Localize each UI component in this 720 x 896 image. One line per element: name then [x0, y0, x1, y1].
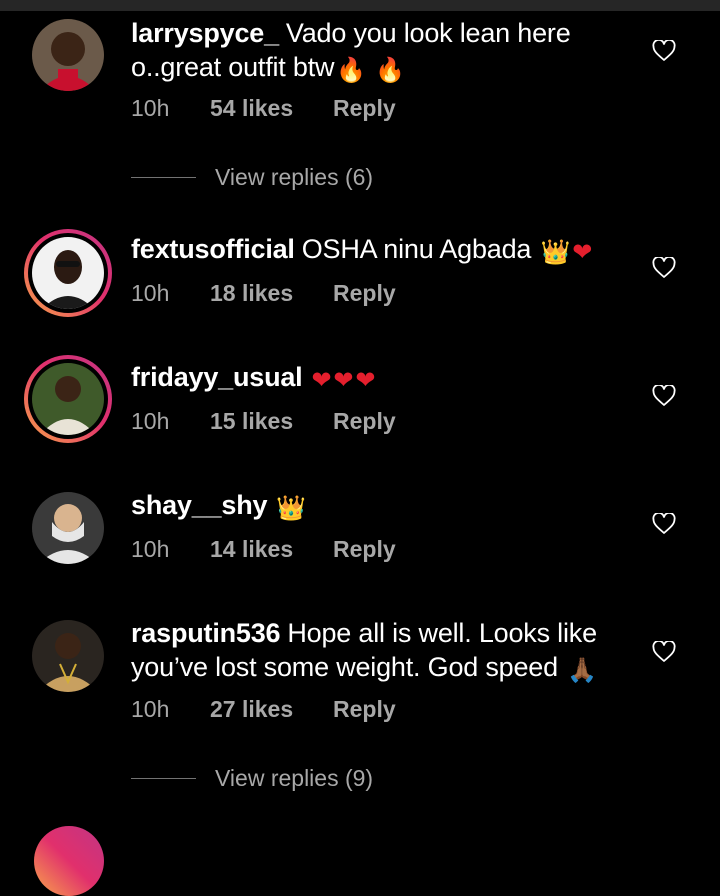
- comment-meta: 10h 54 likes Reply: [131, 95, 396, 122]
- red-heart-emoji-icon: ❤: [311, 367, 332, 394]
- avatar-photo-icon: [32, 19, 104, 91]
- reply-button[interactable]: Reply: [333, 408, 396, 435]
- like-heart-icon[interactable]: [652, 385, 676, 407]
- comment-likes-count[interactable]: 27 likes: [210, 696, 333, 723]
- comment-meta: 10h 14 likes Reply: [131, 536, 396, 563]
- comment-meta: 10h 18 likes Reply: [131, 280, 396, 307]
- next-comment-avatar[interactable]: [34, 826, 104, 896]
- comment-timestamp: 10h: [131, 95, 170, 121]
- comment-username[interactable]: fridayy_usual: [131, 362, 303, 392]
- comment-text: rasputin536 Hope all is well. Looks like …: [131, 616, 611, 684]
- comment-meta: 10h 27 likes Reply: [131, 696, 396, 723]
- comment-meta: 10h 15 likes Reply: [131, 408, 396, 435]
- crown-emoji-icon: 👑: [276, 495, 306, 522]
- story-ring-gap: [28, 359, 108, 439]
- top-status-strip: [0, 0, 720, 11]
- reply-button[interactable]: Reply: [333, 95, 396, 122]
- avatar: [32, 363, 104, 435]
- story-ring-gap: [28, 233, 108, 313]
- crown-emoji-icon: 👑: [540, 239, 571, 266]
- like-heart-icon[interactable]: [652, 513, 676, 535]
- avatar-photo-icon: [32, 620, 104, 692]
- comment-likes-count[interactable]: 14 likes: [210, 536, 333, 563]
- avatar[interactable]: [32, 19, 104, 91]
- comment-text: shay__shy 👑: [131, 488, 611, 522]
- comment-text: fextusofficial OSHA ninu Agbada 👑❤: [131, 232, 611, 266]
- view-replies-button[interactable]: View replies (6): [131, 162, 373, 192]
- comment-timestamp: 10h: [131, 280, 170, 306]
- view-replies-label: View replies (9): [215, 764, 374, 791]
- comment-username[interactable]: larryspyce_: [131, 18, 279, 48]
- comment-timestamp: 10h: [131, 408, 170, 434]
- avatar-photo-icon: [32, 363, 104, 435]
- view-replies-label: View replies (6): [215, 163, 374, 190]
- avatar[interactable]: [32, 620, 104, 692]
- divider-line: [131, 777, 196, 779]
- reply-button[interactable]: Reply: [333, 696, 396, 723]
- comment-likes-count[interactable]: 18 likes: [210, 280, 333, 307]
- fire-emoji-icon: 🔥: [375, 57, 406, 84]
- red-heart-emoji-icon: ❤: [333, 367, 354, 394]
- avatar[interactable]: [32, 492, 104, 564]
- comment-likes-count[interactable]: 54 likes: [210, 95, 333, 122]
- comment-text: fridayy_usual ❤❤❤: [131, 360, 611, 394]
- view-replies-button[interactable]: View replies (9): [131, 763, 373, 793]
- avatar-story-ring[interactable]: [24, 355, 112, 443]
- comment-username[interactable]: rasputin536: [131, 618, 281, 648]
- divider-line: [131, 176, 196, 178]
- like-heart-icon[interactable]: [652, 40, 676, 62]
- comment-body: OSHA ninu Agbada: [301, 234, 532, 264]
- fire-emoji-icon: 🔥: [336, 57, 367, 84]
- reply-button[interactable]: Reply: [333, 280, 396, 307]
- comment-username[interactable]: fextusofficial: [131, 234, 295, 264]
- avatar-photo-icon: [32, 492, 104, 564]
- like-heart-icon[interactable]: [652, 641, 676, 663]
- comment-timestamp: 10h: [131, 696, 170, 722]
- reply-button[interactable]: Reply: [333, 536, 396, 563]
- comment-username[interactable]: shay__shy: [131, 490, 268, 520]
- comment-timestamp: 10h: [131, 536, 170, 562]
- avatar: [32, 237, 104, 309]
- comment-likes-count[interactable]: 15 likes: [210, 408, 333, 435]
- red-heart-emoji-icon: ❤: [355, 367, 376, 394]
- avatar-photo-icon: [32, 237, 104, 309]
- praying-hands-emoji-icon: 🙏🏾: [567, 657, 597, 684]
- like-heart-icon[interactable]: [652, 257, 676, 279]
- comment-text: larryspyce_ Vado you look lean here o..gr…: [131, 16, 611, 84]
- red-heart-emoji-icon: ❤: [572, 239, 593, 266]
- avatar-story-ring[interactable]: [24, 229, 112, 317]
